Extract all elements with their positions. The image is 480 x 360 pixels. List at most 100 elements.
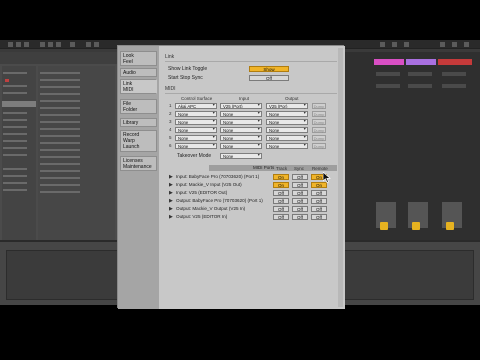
sync-toggle[interactable]: Off bbox=[292, 182, 308, 188]
tab-file-folder[interactable]: File Folder bbox=[120, 99, 157, 114]
control-surface-select[interactable]: Akai APC bbox=[175, 103, 217, 109]
tab-link-midi[interactable]: Link MIDI bbox=[120, 79, 157, 94]
dump-button[interactable]: Dump bbox=[312, 103, 326, 109]
expand-arrow-icon[interactable]: ▶ bbox=[169, 214, 173, 220]
sync-toggle[interactable]: Off bbox=[292, 190, 308, 196]
section-link-title: Link bbox=[165, 54, 175, 60]
track-toggle[interactable]: Off bbox=[273, 190, 289, 196]
toolbar-icon[interactable] bbox=[440, 42, 445, 47]
surface-slot-number: 2 bbox=[169, 111, 172, 116]
toolbar-icon[interactable] bbox=[94, 42, 99, 47]
output-select[interactable]: None bbox=[266, 111, 308, 117]
sync-toggle[interactable]: Off bbox=[292, 198, 308, 204]
output-select[interactable]: None bbox=[266, 119, 308, 125]
control-surface-select[interactable]: None bbox=[175, 127, 217, 133]
start-stop-sync-button[interactable]: Off bbox=[249, 75, 289, 81]
sync-toggle[interactable]: Off bbox=[292, 206, 308, 212]
expand-arrow-icon[interactable]: ▶ bbox=[169, 198, 173, 204]
output-select[interactable]: V25 (Por) bbox=[266, 103, 308, 109]
remote-toggle[interactable]: Off bbox=[311, 206, 327, 212]
input-select[interactable]: None bbox=[220, 127, 262, 133]
tab-library[interactable]: Library bbox=[120, 118, 157, 127]
remote-toggle[interactable]: Off bbox=[311, 190, 327, 196]
track-toggle[interactable]: Off bbox=[273, 198, 289, 204]
browser-selected-category[interactable] bbox=[2, 101, 36, 107]
track-header[interactable] bbox=[406, 59, 436, 65]
tab-label: Library bbox=[123, 120, 139, 126]
toolbar-icon[interactable] bbox=[464, 42, 469, 47]
tab-look-feel[interactable]: Look Feel bbox=[120, 51, 157, 66]
surface-slot-number: 3 bbox=[169, 119, 172, 124]
midi-port-row: ▶ Output: V25 (EDITOR In) Off Off Off bbox=[169, 214, 337, 221]
sync-toggle[interactable]: Off bbox=[292, 214, 308, 220]
input-select[interactable]: None bbox=[220, 119, 262, 125]
toolbar-icon[interactable] bbox=[392, 42, 397, 47]
expand-arrow-icon[interactable]: ▶ bbox=[169, 206, 173, 212]
browser-search[interactable] bbox=[0, 52, 117, 64]
section-divider bbox=[165, 61, 337, 62]
track-activator[interactable] bbox=[412, 222, 420, 230]
remote-column-header: Remote bbox=[312, 166, 328, 171]
track-toggle[interactable]: On bbox=[273, 174, 289, 180]
dump-button[interactable]: Dump bbox=[312, 111, 326, 117]
input-select[interactable]: None bbox=[220, 135, 262, 141]
expand-arrow-icon[interactable]: ▶ bbox=[169, 190, 173, 196]
track-column-header: Track bbox=[276, 166, 288, 171]
toolbar-icon[interactable] bbox=[404, 42, 409, 47]
expand-arrow-icon[interactable]: ▶ bbox=[169, 174, 173, 180]
output-select[interactable]: None bbox=[266, 143, 308, 149]
toolbar-icon[interactable] bbox=[70, 42, 75, 47]
track-header[interactable] bbox=[374, 59, 404, 65]
midi-port-name: Output: V25 (EDITOR In) bbox=[176, 214, 228, 219]
remote-toggle[interactable]: Off bbox=[311, 214, 327, 220]
track-activator[interactable] bbox=[380, 222, 388, 230]
browser-categories[interactable] bbox=[2, 66, 36, 266]
input-select[interactable]: None bbox=[220, 111, 262, 117]
remote-toggle[interactable]: Off bbox=[311, 198, 327, 204]
toolbar-icon[interactable] bbox=[452, 42, 457, 47]
toolbar-icon[interactable] bbox=[24, 42, 29, 47]
tab-audio[interactable]: Audio bbox=[120, 68, 157, 77]
tab-label: Link MIDI bbox=[123, 81, 134, 93]
control-surface-select[interactable]: None bbox=[175, 135, 217, 141]
toolbar-icon[interactable] bbox=[16, 42, 21, 47]
midi-port-name: Output: Mackie_V Output (V25 In) bbox=[176, 206, 246, 211]
midi-port-row: ▶ Output: BabyFace Pro (70703620) (Port … bbox=[169, 198, 337, 205]
toolbar-icon[interactable] bbox=[380, 42, 385, 47]
preferences-scrollbar[interactable] bbox=[338, 48, 343, 307]
control-surface-select[interactable]: None bbox=[175, 143, 217, 149]
track-toggle[interactable]: Off bbox=[273, 214, 289, 220]
sync-toggle[interactable]: Off bbox=[292, 174, 308, 180]
toolbar-icon[interactable] bbox=[40, 42, 45, 47]
input-select[interactable]: V25 (Port) bbox=[220, 103, 262, 109]
dump-button[interactable]: Dump bbox=[312, 127, 326, 133]
expand-arrow-icon[interactable]: ▶ bbox=[169, 182, 173, 188]
tab-licenses-maintenance[interactable]: Licenses Maintenance bbox=[120, 156, 157, 171]
show-link-toggle-button[interactable]: Show bbox=[249, 66, 289, 72]
toolbar-icon[interactable] bbox=[8, 42, 13, 47]
output-select[interactable]: None bbox=[266, 127, 308, 133]
toolbar-icon[interactable] bbox=[48, 42, 53, 47]
toolbar-icon[interactable] bbox=[86, 42, 91, 47]
output-header: Output bbox=[285, 96, 299, 101]
midi-ports-title: MIDI Ports bbox=[253, 165, 275, 170]
dump-button[interactable]: Dump bbox=[312, 143, 326, 149]
tab-record-warp-launch[interactable]: Record Warp Launch bbox=[120, 130, 157, 152]
midi-port-row: ▶ Input: Mackie_V Input (V25 Out) On Off… bbox=[169, 182, 337, 189]
dump-button[interactable]: Dump bbox=[312, 135, 326, 141]
takeover-mode-select[interactable]: None bbox=[220, 153, 262, 159]
midi-port-row: ▶ Input: BabyFace Pro (70703620) (Port 1… bbox=[169, 174, 337, 181]
dump-button[interactable]: Dump bbox=[312, 119, 326, 125]
track-toggle[interactable]: On bbox=[273, 182, 289, 188]
track-activator[interactable] bbox=[446, 222, 454, 230]
control-surface-select[interactable]: None bbox=[175, 119, 217, 125]
output-select[interactable]: None bbox=[266, 135, 308, 141]
browser-items[interactable] bbox=[38, 66, 115, 266]
track-header[interactable] bbox=[438, 59, 472, 65]
toolbar-icon[interactable] bbox=[56, 42, 61, 47]
control-surface-select[interactable]: None bbox=[175, 111, 217, 117]
track-toggle[interactable]: Off bbox=[273, 206, 289, 212]
start-stop-sync-label: Start Stop Sync bbox=[168, 75, 203, 81]
input-select[interactable]: None bbox=[220, 143, 262, 149]
preferences-content: Link Show Link Toggle Show Start Stop Sy… bbox=[159, 46, 345, 309]
